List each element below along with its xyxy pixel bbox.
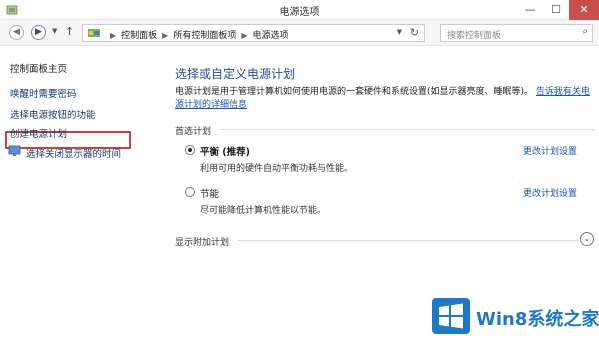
plan-description: 利用可用的硬件自动平衡功耗与性能。 <box>200 164 354 174</box>
breadcrumb-item[interactable]: 电源选项 <box>253 31 289 41</box>
back-button[interactable]: ◀ <box>9 25 24 40</box>
plan-radio-balanced[interactable] <box>185 145 195 155</box>
divider <box>238 240 578 241</box>
forward-button[interactable]: ▶ <box>31 25 46 40</box>
page-title: 选择或自定义电源计划 <box>175 67 296 81</box>
sidebar-item-power-buttons[interactable]: 选择电源按钮的功能 <box>10 107 96 121</box>
preferred-plans-header: 首选计划 <box>175 127 212 137</box>
search-input[interactable]: 搜索控制面板 <box>447 28 501 41</box>
watermark-text: Win8系统之家 <box>476 309 599 330</box>
plan-name[interactable]: 节能 <box>200 186 219 200</box>
up-button[interactable]: ↑ <box>65 25 74 38</box>
breadcrumb-item[interactable]: 所有控制面板项 <box>173 31 236 41</box>
recent-pages-dropdown[interactable]: ▼ <box>52 27 57 35</box>
change-plan-settings-link[interactable]: 更改计划设置 <box>523 144 577 157</box>
sidebar-home-link[interactable]: 控制面板主页 <box>10 61 67 75</box>
title-bar: 电源选项 — ☐ ✕ <box>0 0 599 20</box>
divider <box>220 129 595 130</box>
address-bar: ◀ ▶ ▼ ↑ ▶ 控制面板 ▶ 所有控制面板项 ▶ 电源选项 ▼ ↻ 搜索控制面板 ⌕ <box>0 20 599 46</box>
watermark: Win8系统之家 <box>432 296 599 336</box>
window-title: 电源选项 <box>279 7 320 18</box>
sidebar: 控制面板主页 唤醒时需要密码 选择电源按钮的功能 创建电源计划 选择关闭显示器的… <box>0 47 150 345</box>
search-box[interactable]: 搜索控制面板 ⌕ <box>440 24 593 42</box>
change-plan-settings-link[interactable]: 更改计划设置 <box>523 186 577 199</box>
monitor-icon <box>8 145 21 157</box>
maximize-button[interactable]: ☐ <box>543 0 569 20</box>
expand-chevron-icon[interactable]: ⌄ <box>580 232 594 246</box>
control-panel-icon <box>87 27 101 39</box>
plan-description: 尽可能降低计算机性能以节能。 <box>200 206 327 216</box>
breadcrumb-item[interactable]: 控制面板 <box>121 31 157 41</box>
breadcrumb: ▶ 控制面板 ▶ 所有控制面板项 ▶ 电源选项 <box>110 31 289 41</box>
search-icon[interactable]: ⌕ <box>582 26 588 37</box>
close-button[interactable]: ✕ <box>569 0 599 20</box>
page-description: 电源计划是用于管理计算机如何使用电源的一套硬件和系统设置(如显示器亮度、睡眠等)… <box>175 86 590 112</box>
sidebar-item-wake-password[interactable]: 唤醒时需要密码 <box>10 86 77 100</box>
description-text: 电源计划是用于管理计算机如何使用电源的一套硬件和系统设置(如显示器亮度、睡眠等)… <box>175 87 534 97</box>
windows-logo-icon <box>432 298 470 334</box>
sidebar-item-display-off[interactable]: 选择关闭显示器的时间 <box>26 146 121 160</box>
show-additional-plans-header[interactable]: 显示附加计划 <box>175 235 229 248</box>
plan-name[interactable]: 平衡 (推荐) <box>200 144 250 158</box>
sidebar-item-create-plan[interactable]: 创建电源计划 <box>10 126 67 140</box>
plan-radio-power-saver[interactable] <box>185 187 195 197</box>
address-box[interactable]: ▶ 控制面板 ▶ 所有控制面板项 ▶ 电源选项 ▼ ↻ <box>82 24 425 42</box>
minimize-button[interactable]: — <box>517 0 543 20</box>
address-history-dropdown[interactable]: ▼ <box>397 28 402 36</box>
refresh-icon[interactable]: ↻ <box>410 26 419 39</box>
